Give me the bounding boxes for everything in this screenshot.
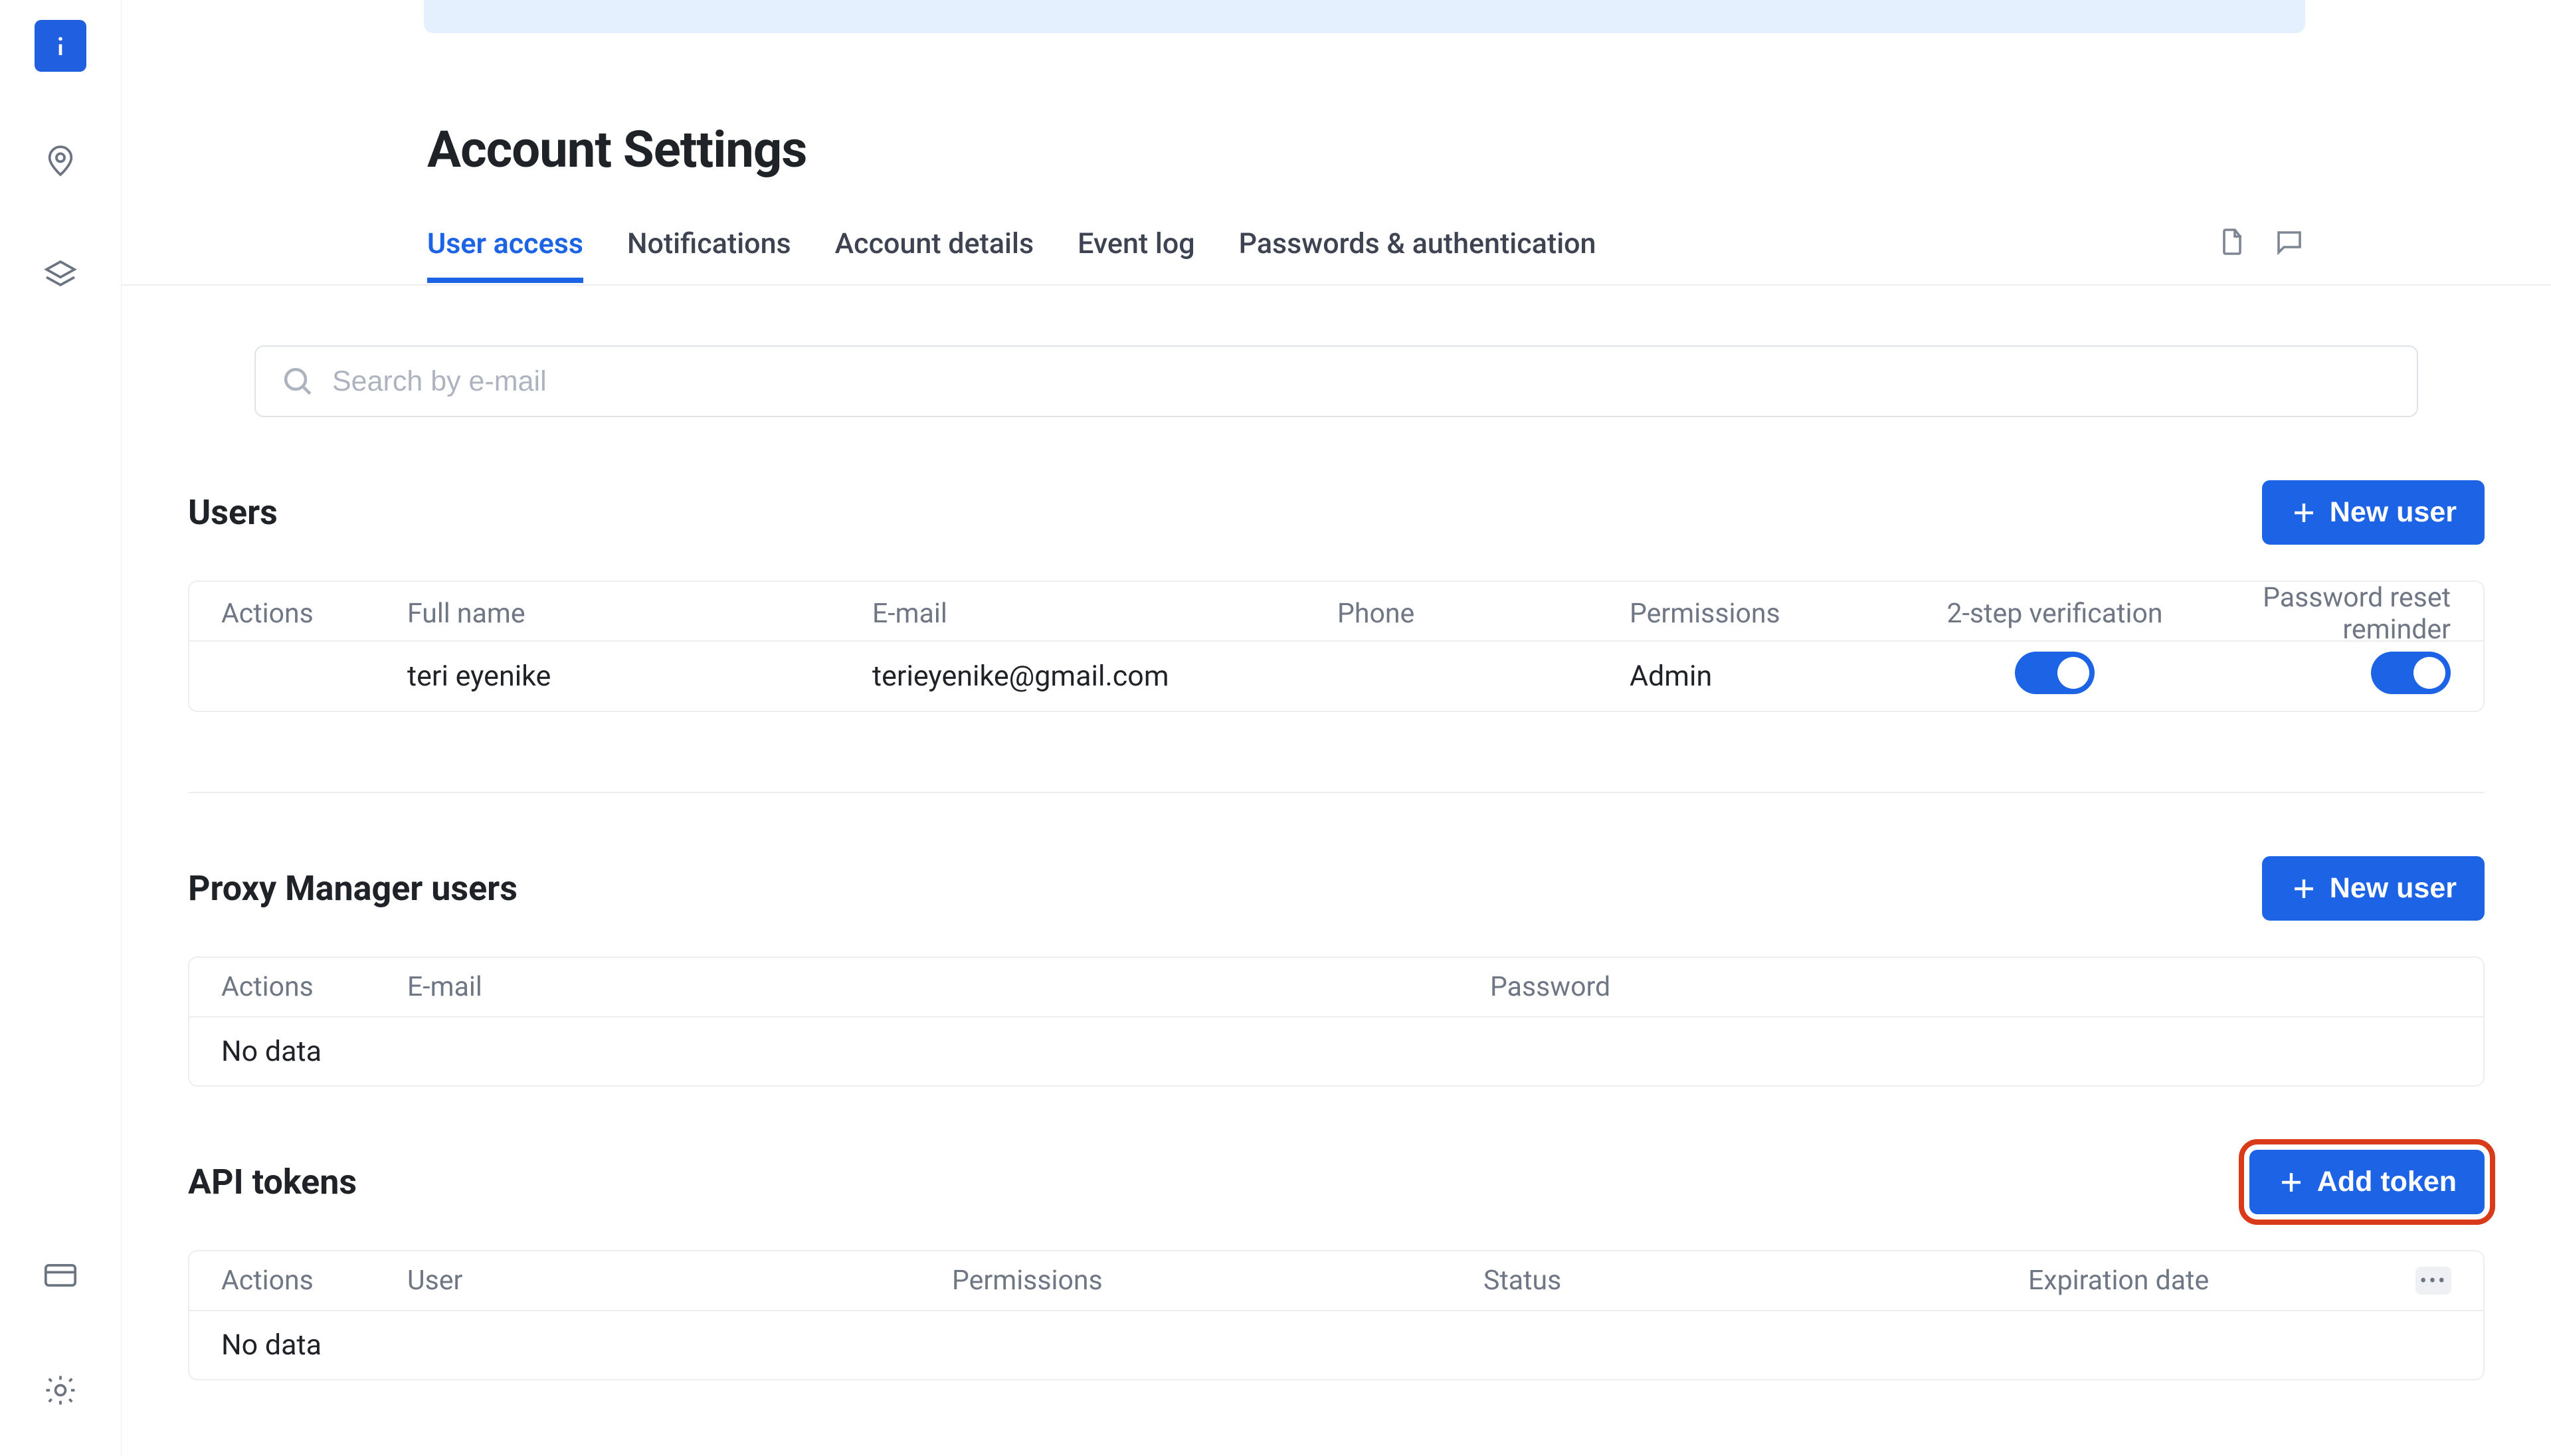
- cell-email: terieyenike@gmail.com: [872, 660, 1337, 693]
- api-title: API tokens: [188, 1162, 357, 1202]
- plus-icon: [2290, 875, 2318, 903]
- users-header-row: Actions Full name E-mail Phone Permissio…: [189, 582, 2483, 642]
- col-actions: Actions: [221, 598, 407, 630]
- info-banner: [424, 0, 2305, 33]
- col-email: E-mail: [872, 598, 1337, 630]
- api-no-data: No data: [189, 1311, 2483, 1379]
- cell-full-name: teri eyenike: [407, 660, 872, 693]
- api-table: Actions User Permissions Status Expirati…: [188, 1250, 2485, 1380]
- col-phone: Phone: [1337, 598, 1630, 630]
- sidebar-item-layers[interactable]: [35, 250, 86, 302]
- row-menu-button[interactable]: •••: [2415, 1267, 2451, 1295]
- sidebar: [0, 0, 122, 1456]
- tab-notifications[interactable]: Notifications: [627, 227, 791, 283]
- layers-icon: [42, 257, 79, 294]
- col-expiration: Expiration date: [2028, 1265, 2392, 1297]
- plus-icon: [2277, 1168, 2305, 1196]
- cell-permissions: Admin: [1630, 660, 1922, 693]
- col-permissions: Permissions: [1630, 598, 1922, 630]
- tab-user-access[interactable]: User access: [427, 227, 583, 283]
- main: Account Settings User access Notificatio…: [122, 0, 2551, 1456]
- two-step-toggle[interactable]: [2015, 652, 2095, 694]
- sidebar-item-info[interactable]: [35, 20, 86, 72]
- map-pin-icon: [42, 142, 79, 179]
- tab-passwords-auth[interactable]: Passwords & authentication: [1239, 227, 1596, 283]
- sidebar-item-billing[interactable]: [35, 1249, 86, 1301]
- gear-icon: [42, 1372, 79, 1409]
- sidebar-item-location[interactable]: [35, 135, 86, 187]
- col-email: E-mail: [407, 971, 1490, 1003]
- chat-icon[interactable]: [2273, 226, 2305, 264]
- proxy-no-data: No data: [189, 1018, 2483, 1085]
- api-header-row: Actions User Permissions Status Expirati…: [189, 1251, 2483, 1311]
- users-title: Users: [188, 492, 278, 533]
- col-pwd-reset: Password reset reminder: [2188, 582, 2480, 646]
- page-title: Account Settings: [427, 120, 2305, 179]
- col-actions: Actions: [221, 971, 407, 1003]
- search-icon: [280, 363, 316, 400]
- api-tokens-section: API tokens Add token Actions User Permis…: [122, 1087, 2551, 1380]
- users-section: Users New user Actions Full name E-mail …: [122, 417, 2551, 712]
- search-input[interactable]: [332, 365, 2393, 398]
- sidebar-item-settings[interactable]: [35, 1364, 86, 1416]
- tab-event-log[interactable]: Event log: [1078, 227, 1195, 283]
- new-user-button[interactable]: New user: [2262, 480, 2485, 545]
- plus-icon: [2290, 499, 2318, 527]
- proxy-section: Proxy Manager users New user Actions E-m…: [122, 793, 2551, 1087]
- new-proxy-user-button[interactable]: New user: [2262, 856, 2485, 921]
- credit-card-icon: [42, 1257, 79, 1294]
- pwd-reset-toggle[interactable]: [2371, 652, 2451, 694]
- col-full-name: Full name: [407, 598, 872, 630]
- document-icon[interactable]: [2216, 226, 2248, 264]
- table-row: teri eyenike terieyenike@gmail.com Admin: [189, 642, 2483, 711]
- proxy-table: Actions E-mail Password No data: [188, 956, 2485, 1087]
- col-permissions: Permissions: [952, 1265, 1483, 1297]
- search-input-wrap[interactable]: [254, 345, 2418, 417]
- add-token-button[interactable]: Add token: [2249, 1150, 2485, 1214]
- new-user-label: New user: [2330, 496, 2457, 529]
- col-actions: Actions: [221, 1265, 407, 1297]
- col-password: Password: [1490, 971, 2451, 1003]
- col-status: Status: [1483, 1265, 2028, 1297]
- tabs: User access Notifications Account detail…: [122, 179, 2551, 286]
- add-token-label: Add token: [2317, 1166, 2457, 1198]
- proxy-header-row: Actions E-mail Password: [189, 958, 2483, 1018]
- tab-account-details[interactable]: Account details: [835, 227, 1034, 283]
- col-two-step: 2-step verification: [1922, 598, 2188, 630]
- users-table: Actions Full name E-mail Phone Permissio…: [188, 581, 2485, 712]
- new-proxy-user-label: New user: [2330, 872, 2457, 905]
- info-icon: [42, 27, 79, 64]
- proxy-title: Proxy Manager users: [188, 868, 518, 909]
- col-user: User: [407, 1265, 952, 1297]
